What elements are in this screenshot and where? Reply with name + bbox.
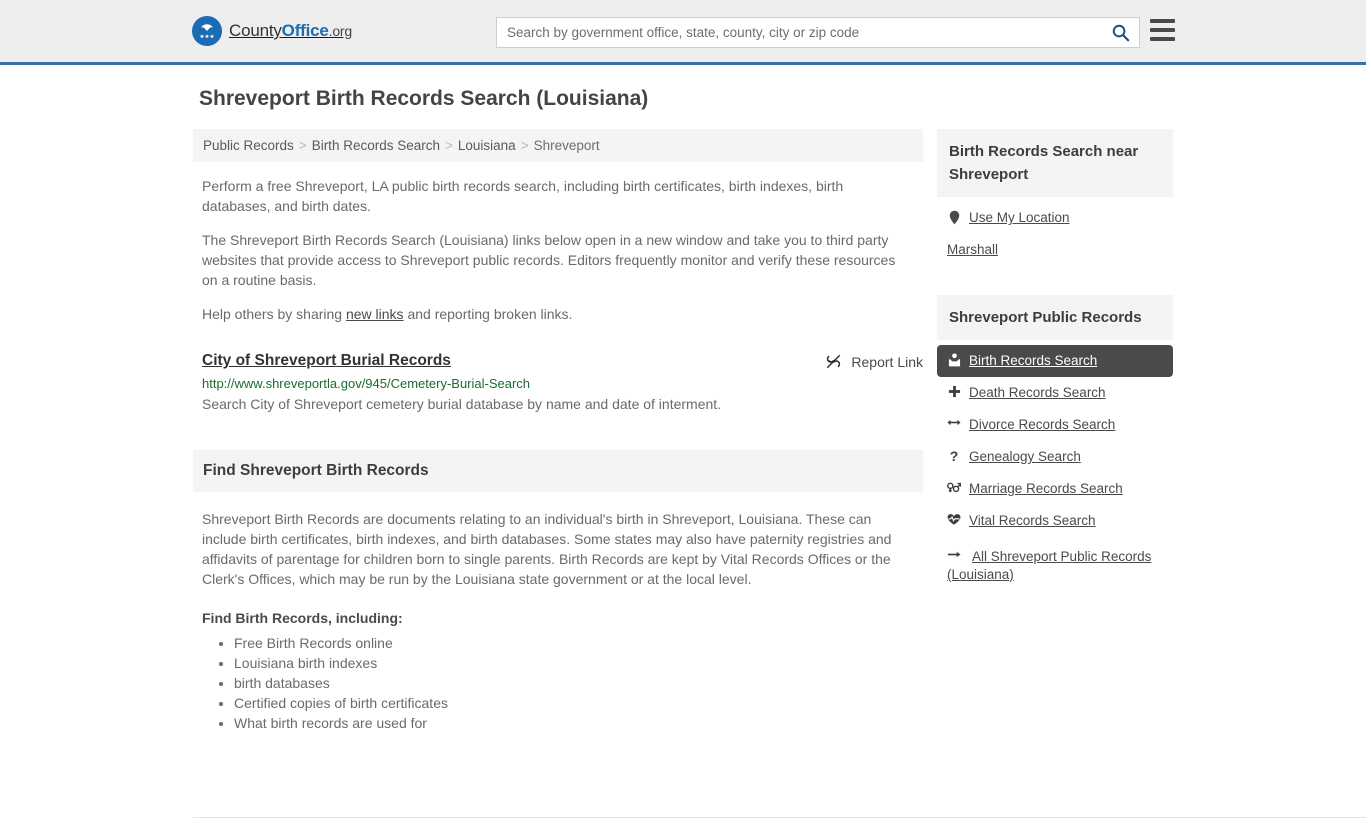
broken-link-icon [827, 354, 841, 369]
sidebar-item-label: All Shreveport Public Records (Louisiana… [947, 549, 1152, 582]
hamburger-bar [1150, 37, 1175, 41]
breadcrumb-item-public-records[interactable]: Public Records [203, 138, 294, 153]
sidebar-item-all-shreveport-public-records[interactable]: All Shreveport Public Records (Louisiana… [937, 541, 1173, 591]
breadcrumb: Public Records > Birth Records Search > Loui… [193, 129, 923, 162]
sidebar-item-marriage-records-search[interactable]: Marriage Records Search [937, 473, 1173, 505]
search-icon [1112, 24, 1129, 42]
report-link-button[interactable]: Report Link [825, 353, 923, 370]
sidebar-item-label: Marshall [947, 242, 999, 257]
breadcrumb-item-shreveport: Shreveport [533, 138, 600, 153]
site-logo-link[interactable]: CountyOffice.org [192, 16, 352, 46]
sidebar-item-death-records-search[interactable]: Death Records Search [937, 377, 1173, 409]
countyoffice-logo-icon [192, 16, 222, 46]
sidebar-item-label: Birth Records Search [969, 353, 1098, 368]
breadcrumb-item-birth-records-search[interactable]: Birth Records Search [312, 138, 440, 153]
sidebar: Birth Records Search near Shreveport Use… [937, 129, 1173, 733]
content-columns: Public Records > Birth Records Search > Loui… [193, 129, 1173, 733]
list-item: Free Birth Records online [234, 633, 923, 653]
result-url: http://www.shreveportla.gov/945/Cemetery… [202, 376, 531, 391]
sidebar-item-label: Genealogy Search [969, 449, 1081, 464]
hamburger-bar [1150, 28, 1175, 32]
intro-paragraph-3: Help others by sharing new links and rep… [202, 304, 902, 324]
list-item: What birth records are used for [234, 713, 923, 733]
site-brand-name: CountyOffice.org [229, 21, 352, 41]
intro-paragraph-2: The Shreveport Birth Records Search (Lou… [202, 232, 896, 288]
sidebar-item-label: Marriage Records Search [969, 481, 1123, 496]
cross-icon [947, 384, 961, 398]
page-title: Shreveport Birth Records Search (Louisia… [199, 87, 649, 110]
sidebar-near-links: Use My Location Marshall [937, 202, 1173, 266]
search-bar [496, 17, 1140, 48]
sidebar-item-marshall[interactable]: Marshall [937, 234, 1173, 266]
sidebar-item-divorce-records-search[interactable]: Divorce Records Search [937, 409, 1173, 441]
sidebar-item-label: Divorce Records Search [969, 417, 1116, 432]
sidebar-public-records-block: Shreveport Public Records Birth Records … [937, 295, 1173, 591]
search-input[interactable] [497, 18, 1101, 47]
sidebar-item-vital-records-search[interactable]: Vital Records Search [937, 505, 1173, 537]
sidebar-item-genealogy-search[interactable]: ? Genealogy Search [937, 441, 1173, 473]
sidebar-item-label: Vital Records Search [969, 513, 1096, 528]
hamburger-bar [1150, 19, 1175, 23]
map-pin-icon [947, 209, 961, 225]
sidebar-item-use-my-location[interactable]: Use My Location [937, 202, 1173, 234]
brand-county: County [229, 21, 282, 40]
report-link-label: Report Link [851, 353, 923, 370]
list-item: Louisiana birth indexes [234, 653, 923, 673]
list-item: Certified copies of birth certificates [234, 693, 923, 713]
breadcrumb-separator: > [520, 138, 529, 153]
page-container: Shreveport Birth Records Search (Louisia… [193, 65, 1366, 818]
baby-icon [947, 352, 961, 367]
find-section-heading: Find Shreveport Birth Records [193, 450, 923, 492]
arrows-split-icon [947, 416, 961, 428]
main-content: Public Records > Birth Records Search > Loui… [193, 129, 923, 733]
sidebar-item-label: Death Records Search [969, 385, 1106, 400]
find-section-subheading: Find Birth Records, including: [202, 610, 403, 626]
breadcrumb-separator: > [298, 138, 307, 153]
sidebar-item-label: Use My Location [969, 210, 1070, 225]
arrow-right-icon [947, 548, 961, 560]
brand-org: .org [328, 23, 353, 39]
new-links-link[interactable]: new links [346, 306, 404, 322]
breadcrumb-item-louisiana[interactable]: Louisiana [458, 138, 516, 153]
share-text-before: Help others by sharing [202, 306, 346, 322]
search-button[interactable] [1101, 18, 1139, 47]
breadcrumb-separator: > [445, 138, 453, 153]
sidebar-public-records-links: Birth Records Search Death Records Searc… [937, 345, 1173, 591]
sidebar-item-birth-records-search[interactable]: Birth Records Search [937, 345, 1173, 377]
result-title-link[interactable]: City of Shreveport Burial Records [202, 352, 451, 370]
result-item: City of Shreveport Burial Records Report… [202, 352, 923, 412]
find-records-list: Free Birth Records online Louisiana birt… [202, 633, 923, 733]
site-header: CountyOffice.org [0, 0, 1366, 65]
find-section-body: Shreveport Birth Records are documents r… [202, 511, 892, 587]
intro-paragraph-1: Perform a free Shreveport, LA public bir… [202, 178, 844, 214]
sidebar-public-records-heading: Shreveport Public Records [937, 295, 1173, 340]
gender-symbols-icon [947, 480, 961, 494]
heartbeat-icon [947, 512, 961, 526]
question-mark-icon: ? [949, 448, 959, 464]
result-description: Search City of Shreveport cemetery buria… [202, 396, 722, 412]
sidebar-near-heading: Birth Records Search near Shreveport [937, 129, 1173, 197]
brand-office: Office [281, 21, 329, 40]
share-text-after: and reporting broken links. [403, 306, 573, 322]
hamburger-menu-icon[interactable] [1150, 19, 1175, 41]
list-item: birth databases [234, 673, 923, 693]
